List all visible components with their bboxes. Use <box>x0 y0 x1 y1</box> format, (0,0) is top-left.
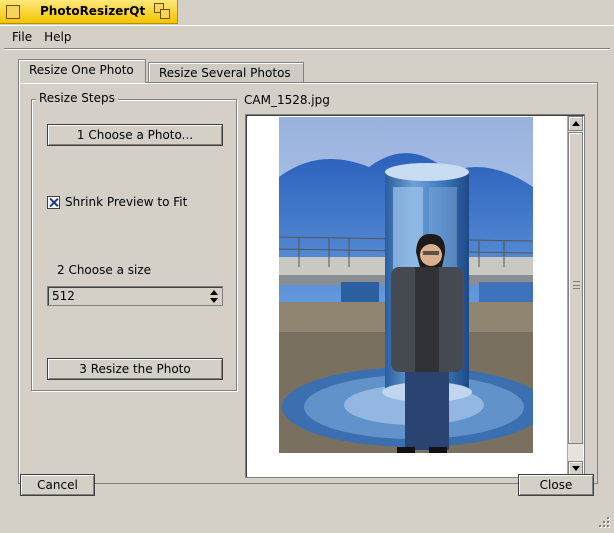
tab-resize-several-photos[interactable]: Resize Several Photos <box>148 62 304 82</box>
shrink-preview-checkbox[interactable] <box>47 195 60 209</box>
main-window: File Help Resize One Photo Resize Severa… <box>0 25 614 533</box>
photo-preview-area[interactable] <box>245 114 585 478</box>
scroll-up-arrow-icon[interactable] <box>568 116 583 131</box>
window-title-tab[interactable]: PhotoResizerQt <box>0 0 178 24</box>
menu-bar: File Help <box>6 27 77 47</box>
choose-size-label: 2 Choose a size <box>57 263 152 277</box>
size-value[interactable]: 512 <box>52 289 75 303</box>
spin-up-arrow-icon[interactable] <box>210 290 218 295</box>
size-spinbox[interactable]: 512 <box>47 286 223 306</box>
photo-preview-image <box>279 117 533 453</box>
tab-resize-one-photo[interactable]: Resize One Photo <box>18 59 146 83</box>
resize-steps-title: Resize Steps <box>36 91 118 105</box>
resize-photo-button[interactable]: 3 Resize the Photo <box>47 358 223 380</box>
title-bar-strip: PhotoResizerQt <box>0 0 614 25</box>
scroll-grip-icon <box>573 281 580 289</box>
cancel-button[interactable]: Cancel <box>20 474 95 496</box>
choose-photo-button[interactable]: 1 Choose a Photo... <box>47 124 223 146</box>
spin-down-arrow-icon[interactable] <box>210 298 218 303</box>
window-menu-icon[interactable] <box>6 5 20 19</box>
menu-file[interactable]: File <box>6 28 38 46</box>
shrink-preview-row[interactable]: Shrink Preview to Fit <box>47 195 187 209</box>
maximize-icon[interactable] <box>154 3 172 21</box>
preview-vertical-scrollbar[interactable] <box>567 116 583 476</box>
menu-divider <box>4 48 610 50</box>
spinbox-arrows[interactable] <box>209 288 220 304</box>
scroll-thumb[interactable] <box>568 132 583 444</box>
window-resize-grip-icon[interactable] <box>598 517 610 529</box>
close-button[interactable]: Close <box>518 474 594 496</box>
window-title: PhotoResizerQt <box>40 4 146 18</box>
tab-panel: Resize Steps 1 Choose a Photo... Shrink … <box>18 82 598 484</box>
menu-help[interactable]: Help <box>38 28 77 46</box>
shrink-preview-label[interactable]: Shrink Preview to Fit <box>65 195 187 209</box>
resize-steps-group: Resize Steps 1 Choose a Photo... Shrink … <box>31 91 237 391</box>
preview-filename: CAM_1528.jpg <box>244 93 330 107</box>
